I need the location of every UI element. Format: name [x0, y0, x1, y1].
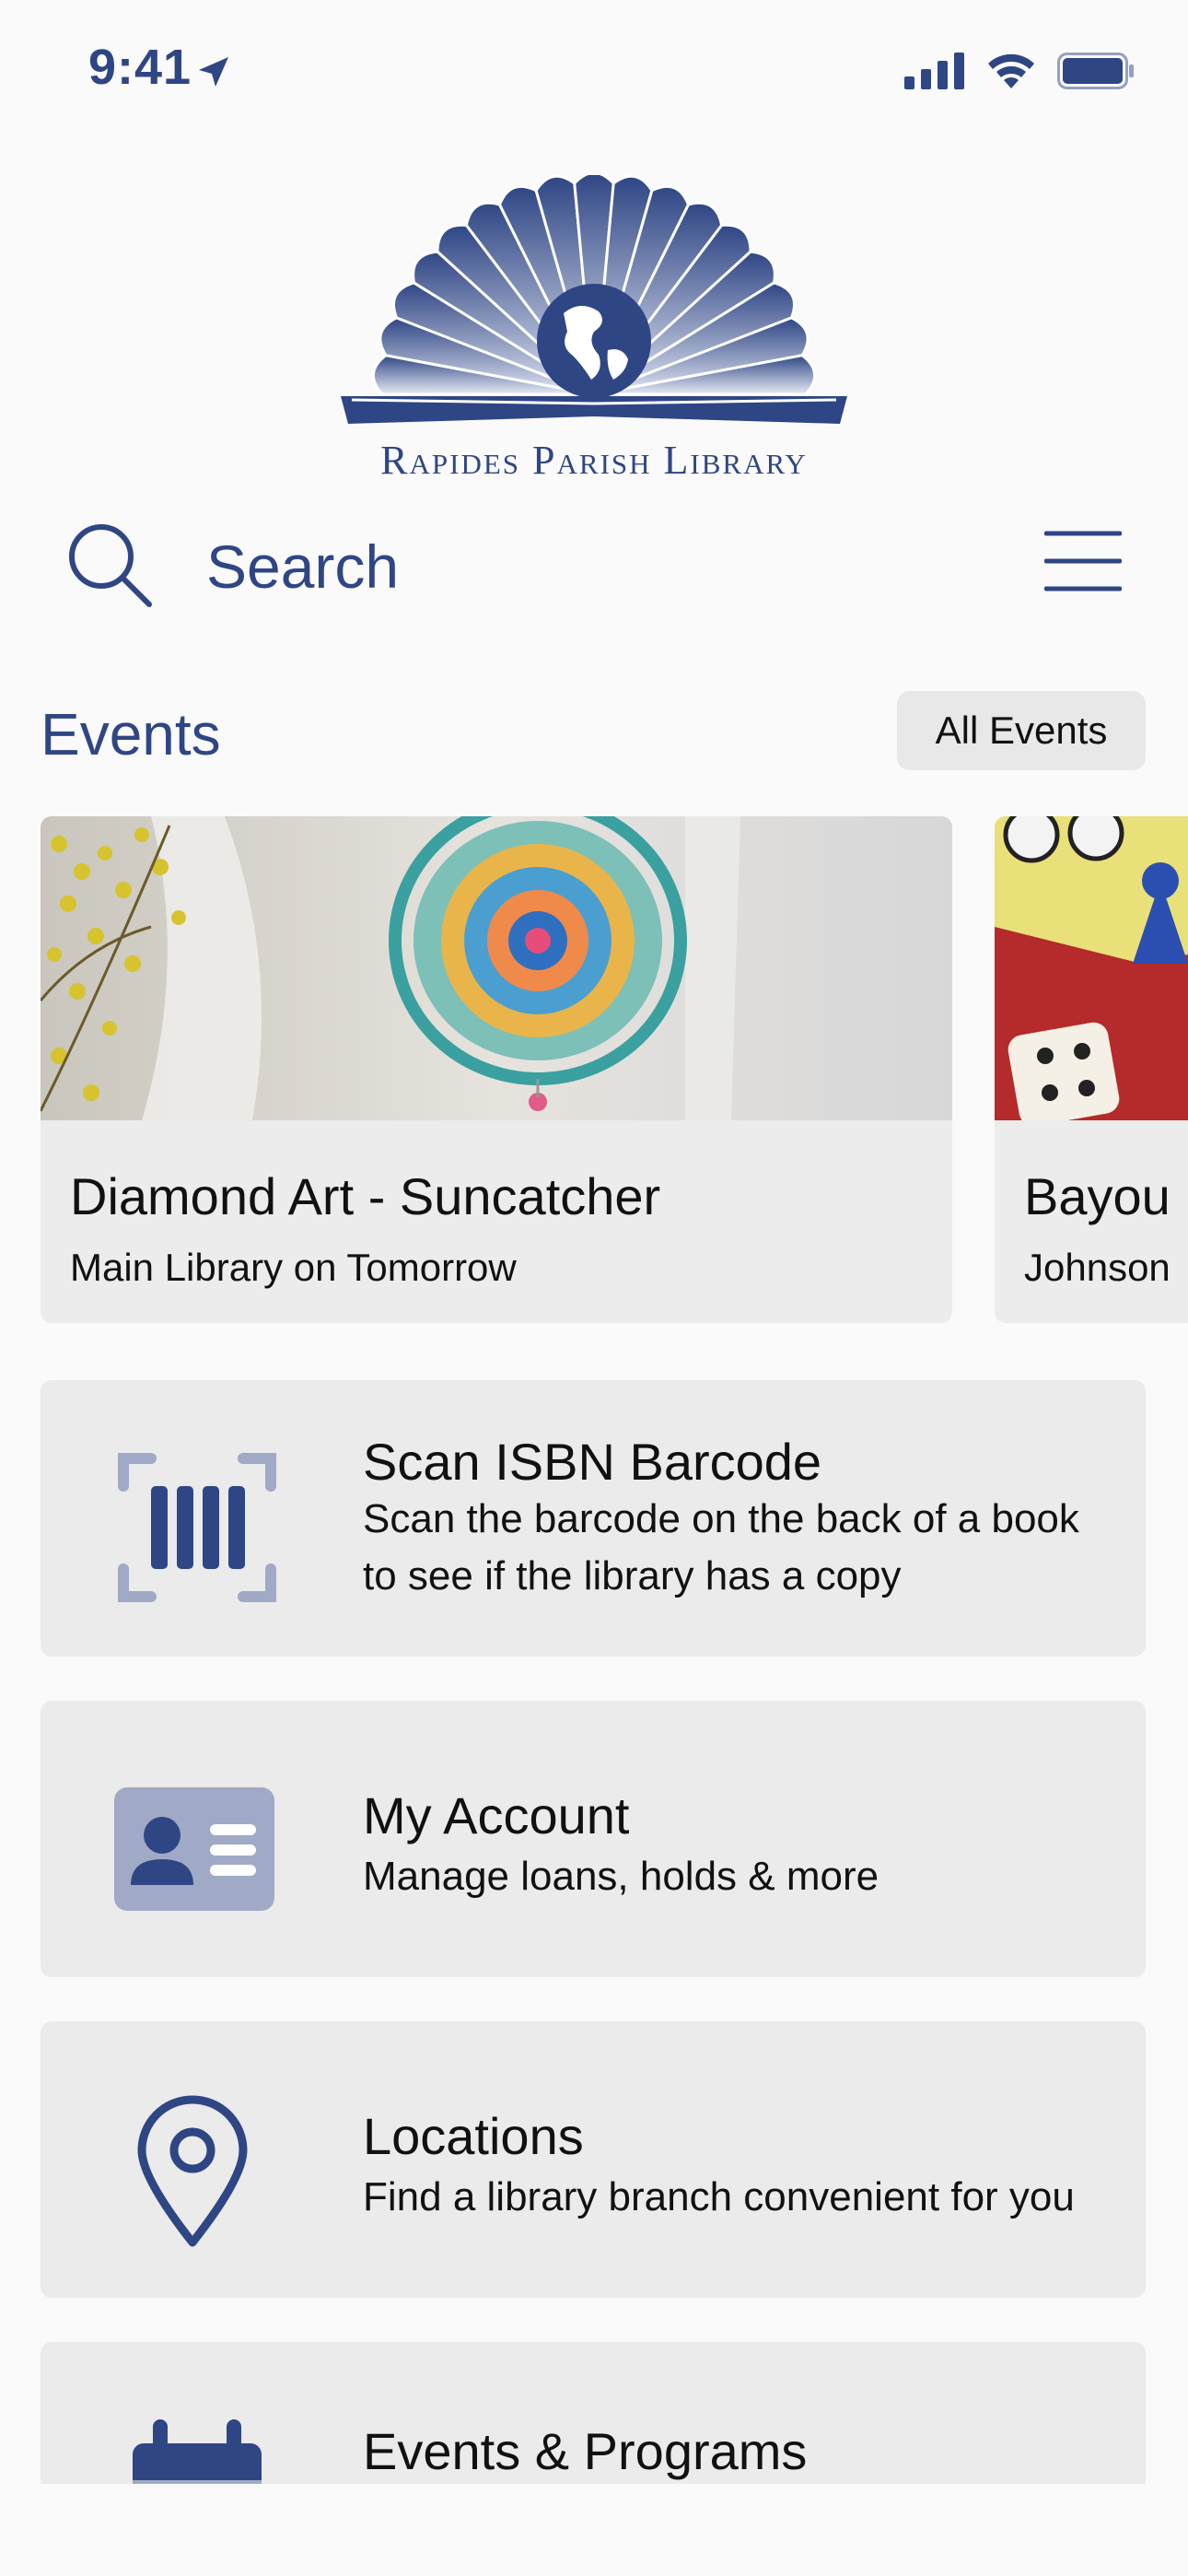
tile-title: Events & Programs — [363, 2422, 808, 2480]
wifi-icon — [988, 53, 1034, 88]
events-title: Events — [41, 701, 221, 767]
map-pin-icon — [137, 2095, 248, 2247]
event-card[interactable]: Diamond Art - Suncatcher Main Library on… — [41, 816, 952, 1323]
location-arrow-icon — [199, 57, 228, 87]
my-account-tile[interactable]: My Account Manage loans, holds & more — [41, 1701, 1146, 1977]
status-time: 9:41 — [88, 40, 192, 95]
all-events-button[interactable]: All Events — [897, 691, 1146, 770]
event-title: Diamond Art - Suncatcher — [70, 1167, 661, 1225]
locations-tile[interactable]: Locations Find a library branch convenie… — [41, 2021, 1146, 2298]
bottom-safe-area — [0, 2484, 1188, 2576]
tile-description: Find a library branch convenient for you — [363, 2174, 1075, 2219]
fan-book-icon — [341, 171, 847, 424]
tile-description: Manage loans, holds & more — [363, 1854, 879, 1899]
battery-icon — [1057, 53, 1134, 89]
event-location: Johnson — [1024, 1246, 1171, 1289]
cellular-signal-icon — [904, 53, 964, 89]
status-bar: 9:41 — [0, 0, 1188, 147]
tile-description: Scan the barcode on the back of a book t… — [363, 1496, 1079, 1598]
search-icon[interactable] — [64, 520, 157, 612]
library-name: Rapides Parish Library — [380, 438, 808, 483]
tile-title: Locations — [363, 2107, 584, 2165]
library-logo: Rapides Parish Library — [332, 171, 856, 488]
event-image — [995, 816, 1188, 1120]
barcode-scan-icon — [118, 1453, 276, 1602]
event-location: Main Library on Tomorrow — [70, 1246, 517, 1289]
events-section-header: Events All Events — [0, 689, 1188, 781]
event-title: Bayou — [1024, 1167, 1171, 1225]
event-image — [41, 816, 952, 1120]
scan-isbn-tile[interactable]: Scan ISBN Barcode Scan the barcode on th… — [41, 1380, 1146, 1657]
search-input[interactable] — [206, 525, 943, 608]
tile-title: My Account — [363, 1786, 630, 1844]
id-card-icon — [114, 1787, 274, 1911]
hamburger-menu-icon[interactable] — [1044, 529, 1122, 593]
search-bar — [0, 505, 1188, 625]
tile-title: Scan ISBN Barcode — [363, 1433, 822, 1491]
event-card[interactable]: Bayou Johnson — [995, 816, 1188, 1323]
